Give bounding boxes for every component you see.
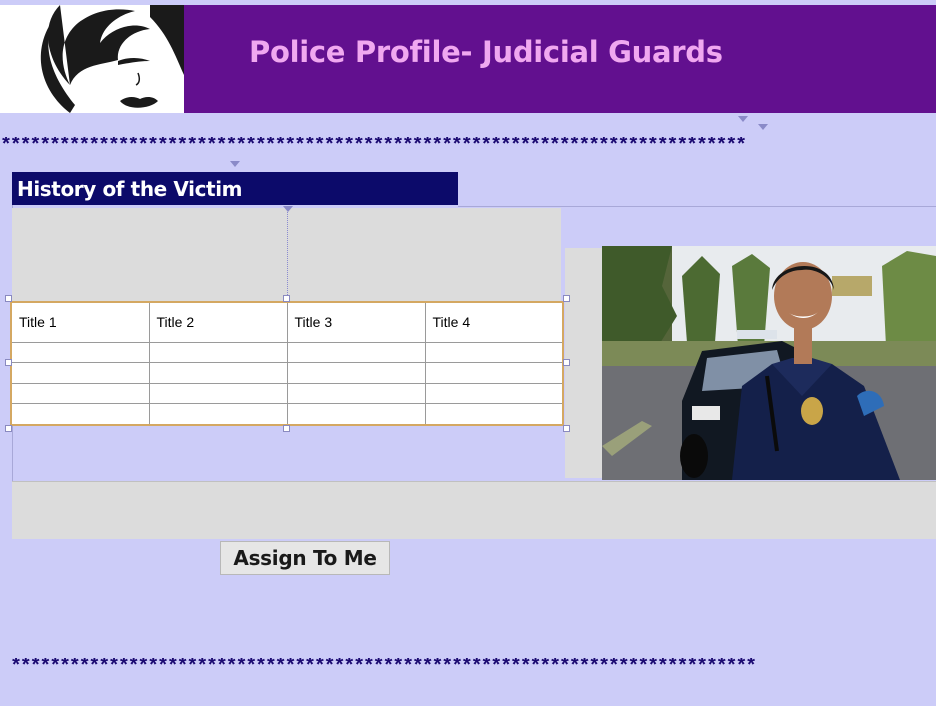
star-divider-top: ****************************************… [0,137,747,157]
table-cell[interactable] [286,362,426,384]
table-cell[interactable] [148,403,288,426]
table-header-cell: Title 1 [10,302,150,343]
history-table: Title 1 Title 2 Title 3 Title 4 [10,301,564,426]
logo [0,5,184,113]
resize-handle[interactable] [5,359,12,366]
column-guide [287,208,289,301]
layout-guide [458,206,936,207]
section-heading: History of the Victim [12,172,458,205]
placeholder-marker-icon [283,206,293,212]
resize-handle[interactable] [563,359,570,366]
table-cell[interactable] [148,362,288,384]
table-cell[interactable] [424,341,564,364]
table-header-row: Title 1 Title 2 Title 3 Title 4 [10,302,564,343]
table-header-cell: Title 3 [286,302,426,343]
woman-face-logo-icon [40,5,184,113]
table-cell[interactable] [10,382,150,405]
table-cell[interactable] [286,341,426,364]
table-row [10,341,564,364]
star-divider-bottom: ****************************************… [10,658,757,678]
placeholder-marker-icon [758,124,768,130]
table-cell[interactable] [424,362,564,384]
resize-handle[interactable] [283,425,290,432]
page-title: Police Profile- Judicial Guards [249,35,723,69]
resize-handle[interactable] [563,295,570,302]
table-cell[interactable] [286,382,426,405]
table-cell[interactable] [10,403,150,426]
table-cell[interactable] [424,382,564,405]
table-cell[interactable] [424,403,564,426]
table-header-cell: Title 4 [424,302,564,343]
table-row [10,403,564,426]
placeholder-marker-icon [230,161,240,167]
resize-handle[interactable] [5,295,12,302]
table-cell[interactable] [148,341,288,364]
resize-handle[interactable] [563,425,570,432]
table-row [10,362,564,384]
resize-handle[interactable] [5,425,12,432]
table-cell[interactable] [10,341,150,364]
table-cell[interactable] [286,403,426,426]
assign-to-me-button[interactable]: Assign To Me [220,541,390,575]
table-cell[interactable] [148,382,288,405]
table-row [10,382,564,405]
footer-placeholder [12,481,936,539]
side-placeholder [565,248,602,478]
resize-handle[interactable] [283,295,290,302]
table-cell[interactable] [10,362,150,384]
placeholder-marker-icon [738,116,748,122]
police-officer-photo [602,246,936,480]
table-header-cell: Title 2 [148,302,288,343]
